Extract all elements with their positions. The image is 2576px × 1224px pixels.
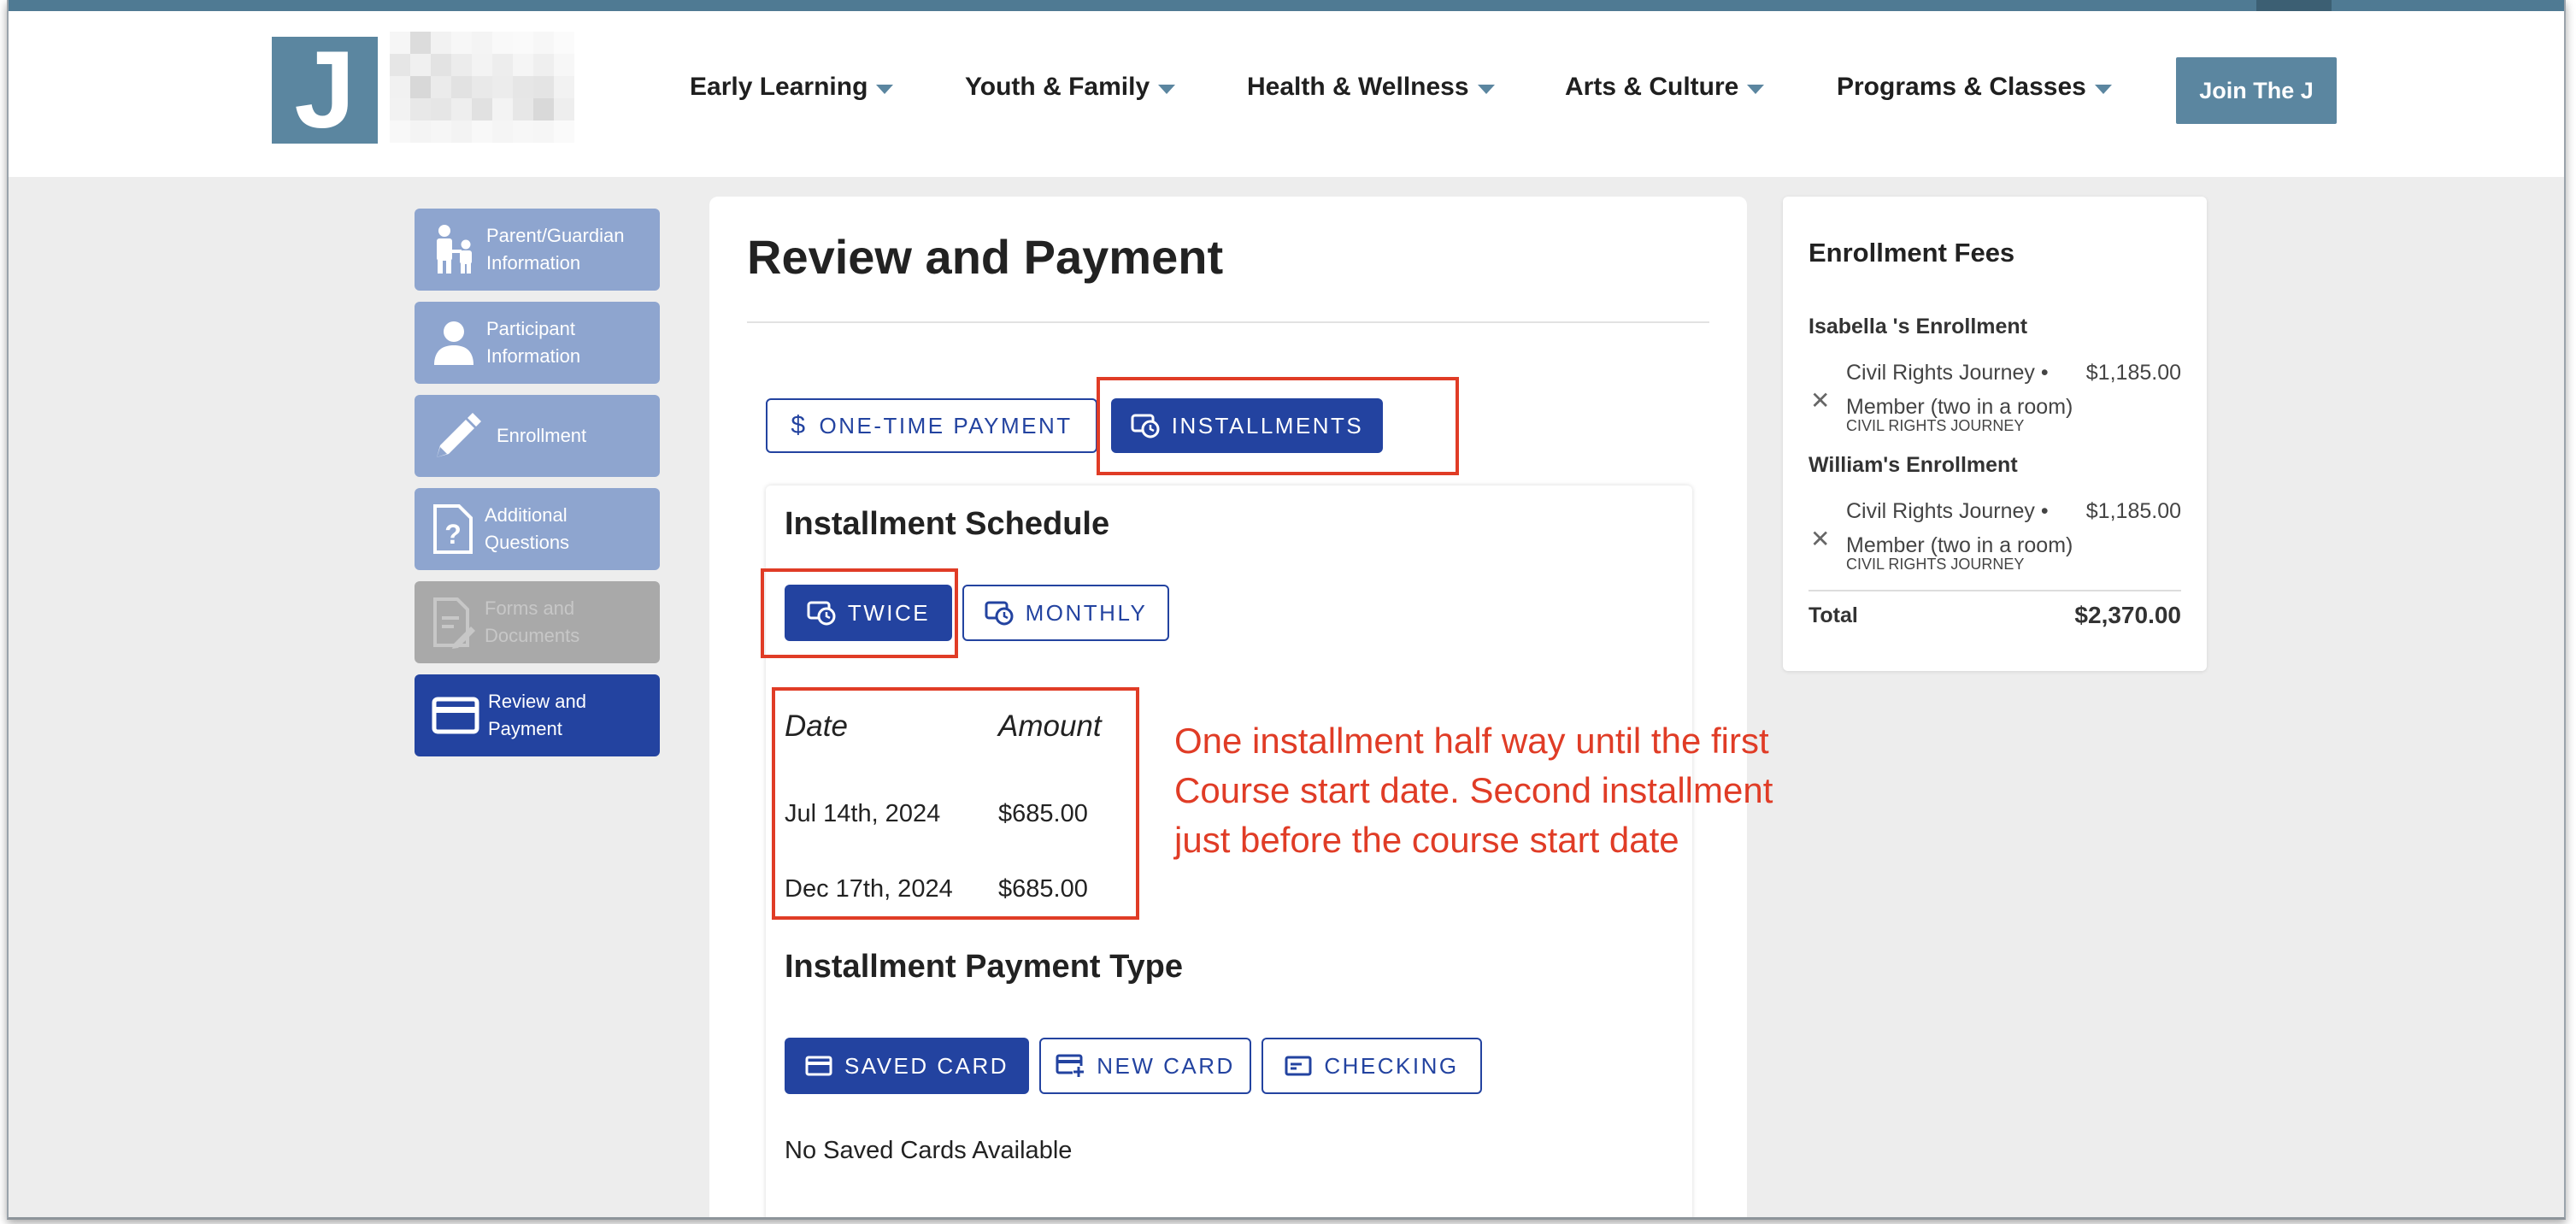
fee-item: Civil Rights Journey • Member (two in a … (1846, 356, 2077, 424)
step-label: Review and (488, 691, 586, 712)
chevron-down-icon (1477, 84, 1495, 94)
annotation-line: just before the course start date (1174, 820, 1679, 860)
chevron-down-icon (1158, 84, 1176, 94)
dollar-icon: $ (791, 411, 808, 439)
no-saved-cards-message: No Saved Cards Available (785, 1137, 1073, 1164)
checking-button[interactable]: CHECKING (1262, 1038, 1482, 1094)
new-card-button[interactable]: NEW CARD (1039, 1038, 1251, 1094)
button-label: SAVED CARD (844, 1052, 1009, 1079)
step-forms-documents: Forms and Documents (415, 581, 660, 663)
enrollment-group-name: William's Enrollment (1808, 453, 2018, 477)
parent-child-icon (437, 225, 472, 274)
join-button[interactable]: Join The J (2176, 57, 2337, 124)
fee-subtitle: CIVIL RIGHTS JOURNEY (1846, 417, 2025, 434)
annotation-box-twice (761, 568, 958, 658)
browser-frame: J Early Learning Youth & Family Health &… (7, 0, 2566, 1220)
step-enrollment[interactable]: Enrollment (415, 395, 660, 477)
logo-wordmark-blurred (390, 32, 574, 143)
add-card-icon (1056, 1054, 1085, 1078)
step-label: Participant (486, 318, 575, 339)
annotation-line: One installment half way until the first (1174, 721, 1769, 761)
nav-label: Programs & Classes (1837, 73, 2086, 101)
step-parent-guardian[interactable]: Parent/Guardian Information (415, 209, 660, 291)
monthly-button[interactable]: MONTHLY (962, 585, 1169, 641)
nav-health-wellness[interactable]: Health & Wellness (1247, 73, 1495, 102)
pencil-icon (437, 413, 481, 457)
step-label: Payment (488, 718, 562, 739)
annotation-line: Course start date. Second installment (1174, 770, 1773, 810)
step-review-payment[interactable]: Review and Payment (415, 674, 660, 756)
annotation-box-installments (1097, 377, 1459, 475)
nav-label: Health & Wellness (1247, 73, 1469, 101)
nav-arts-culture[interactable]: Arts & Culture (1565, 73, 1765, 102)
step-label: Forms and (485, 597, 575, 619)
button-label: MONTHLY (1025, 599, 1148, 626)
step-label: Questions (485, 532, 570, 553)
remove-item-icon[interactable]: ✕ (1810, 525, 1830, 553)
doc-edit-icon (433, 597, 475, 649)
check-icon (1285, 1056, 1312, 1076)
chevron-down-icon (2094, 84, 2112, 94)
button-label: NEW CARD (1097, 1052, 1235, 1079)
fee-price: $1,185.00 (2085, 499, 2181, 523)
chevron-down-icon (1747, 84, 1765, 94)
step-label: Additional (485, 504, 568, 526)
nav-label: Early Learning (690, 73, 868, 101)
fee-price: $1,185.00 (2085, 361, 2181, 385)
installment-clock-icon (985, 601, 1014, 626)
button-label: CHECKING (1324, 1052, 1459, 1079)
fee-subtitle: CIVIL RIGHTS JOURNEY (1846, 556, 2025, 573)
button-label: ONE-TIME PAYMENT (819, 412, 1073, 438)
nav-programs-classes[interactable]: Programs & Classes (1837, 73, 2112, 102)
credit-card-icon (805, 1056, 832, 1076)
person-icon (434, 321, 473, 365)
enrollment-fees-card: Enrollment Fees Isabella 's Enrollment ✕… (1783, 197, 2207, 671)
remove-item-icon[interactable]: ✕ (1810, 386, 1830, 415)
fee-item-line: Civil Rights Journey • (1846, 499, 2049, 523)
step-label: Documents (485, 625, 580, 646)
step-label: Enrollment (497, 425, 587, 446)
fee-item-line: Civil Rights Journey • (1846, 361, 2049, 385)
page-title: Review and Payment (747, 230, 1224, 284)
saved-card-button[interactable]: SAVED CARD (785, 1038, 1029, 1094)
one-time-payment-button[interactable]: $ ONE-TIME PAYMENT (766, 398, 1097, 453)
divider (1808, 590, 2181, 591)
total-label: Total (1808, 603, 1858, 627)
divider (747, 321, 1709, 323)
nav-label: Arts & Culture (1565, 73, 1739, 101)
credit-card-icon (432, 697, 479, 734)
step-label: Parent/Guardian (486, 225, 625, 246)
site-header: J Early Learning Youth & Family Health &… (9, 11, 2564, 177)
annotation-box-schedule (772, 687, 1139, 920)
nav-label: Youth & Family (965, 73, 1150, 101)
step-label: Information (486, 252, 581, 274)
total-value: $2,370.00 (2074, 602, 2181, 628)
logo[interactable]: J (272, 36, 378, 145)
step-label: Information (486, 345, 581, 367)
chevron-down-icon (876, 84, 894, 94)
nav-youth-family[interactable]: Youth & Family (965, 73, 1176, 102)
installment-payment-type-heading: Installment Payment Type (785, 949, 1183, 985)
fee-item: Civil Rights Journey • Member (two in a … (1846, 494, 2077, 562)
enrollment-group-name: Isabella 's Enrollment (1808, 315, 2028, 338)
step-additional-questions[interactable]: ? Additional Questions (415, 488, 660, 570)
question-doc-icon: ? (433, 504, 473, 554)
step-participant[interactable]: Participant Information (415, 302, 660, 384)
annotation-note: One installment half way until the first… (1174, 716, 1841, 865)
nav-early-learning[interactable]: Early Learning (690, 73, 894, 102)
fees-title: Enrollment Fees (1808, 238, 2015, 268)
svg-text:?: ? (444, 519, 462, 550)
installment-schedule-heading: Installment Schedule (785, 506, 1110, 542)
top-accent-bar (9, 0, 2564, 11)
